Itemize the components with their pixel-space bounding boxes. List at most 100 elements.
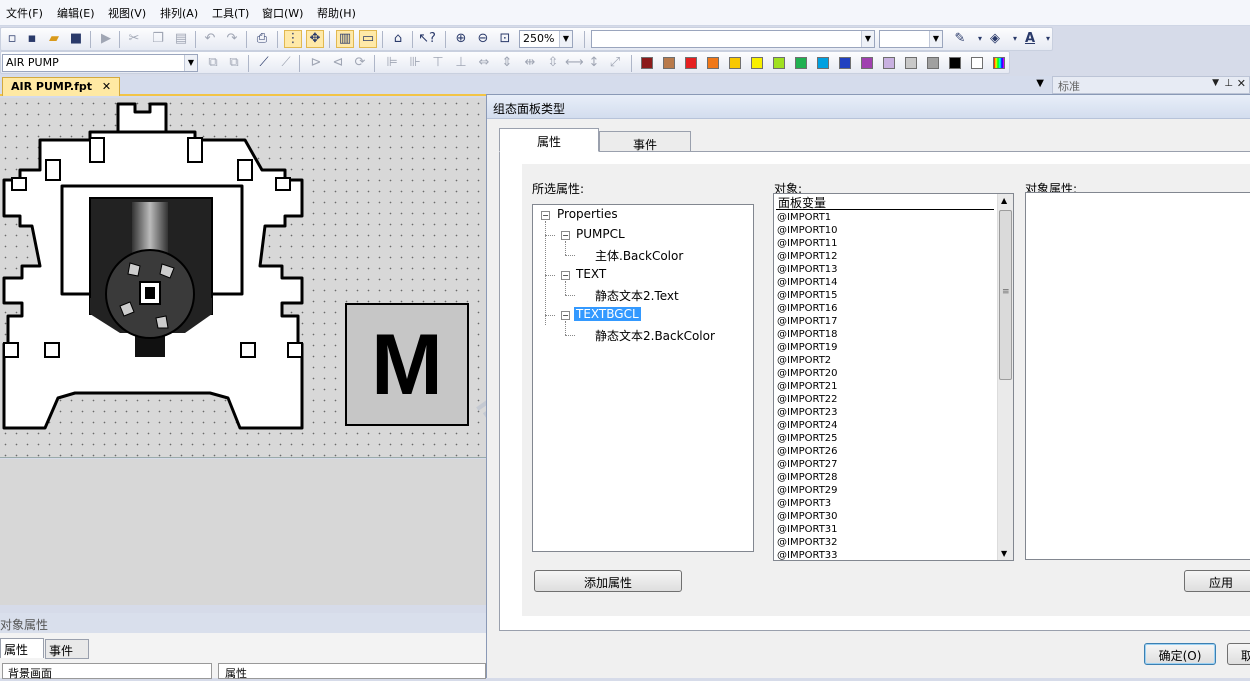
obj-tab-properties[interactable]: 属性 <box>0 638 44 658</box>
object-list-item[interactable]: @IMPORT2 <box>777 354 831 367</box>
chevron-down-icon[interactable]: ▼ <box>1212 78 1219 88</box>
color-swatch[interactable] <box>949 57 961 69</box>
object-list-item[interactable]: @IMPORT32 <box>777 536 838 549</box>
color-swatch[interactable] <box>883 57 895 69</box>
collapse-icon[interactable]: − <box>561 231 570 240</box>
object-list-item[interactable]: @IMPORT10 <box>777 224 838 237</box>
color-swatch[interactable] <box>641 57 653 69</box>
color-swatch[interactable] <box>707 57 719 69</box>
pin-icon[interactable]: ⊥ <box>1224 78 1233 89</box>
paste-icon[interactable]: ▤ <box>172 30 190 48</box>
object-list-item[interactable]: @IMPORT20 <box>777 367 838 380</box>
tree-item-text2-text[interactable]: 静态文本2.Text <box>593 287 681 304</box>
color-swatch[interactable] <box>773 57 785 69</box>
grid-icon[interactable]: ⋮ <box>284 30 302 48</box>
collapse-icon[interactable]: − <box>541 211 550 220</box>
object-list-item[interactable]: @IMPORT25 <box>777 432 838 445</box>
wand-alt-icon[interactable]: ⟋ <box>277 54 295 72</box>
align-bottom-icon[interactable]: ⊥ <box>452 54 470 72</box>
center-h-icon[interactable]: ⇔ <box>475 54 493 72</box>
new-page-icon[interactable]: ▪ <box>23 30 41 48</box>
menu-tools[interactable]: 工具(T) <box>210 5 251 21</box>
object-list-item[interactable]: @IMPORT31 <box>777 523 838 536</box>
object-list-item[interactable]: @IMPORT1 <box>777 211 831 224</box>
apply-button[interactable]: 应用 <box>1184 570 1250 592</box>
fill-color-icon[interactable]: ◈ <box>986 30 1004 48</box>
zoom-fit-icon[interactable]: ⊡ <box>496 30 514 48</box>
dialog-tab-events[interactable]: 事件 <box>599 131 691 152</box>
align-top-icon[interactable]: ⊤ <box>429 54 447 72</box>
collapse-icon[interactable]: − <box>561 271 570 280</box>
object-list-scrollbar[interactable]: ▲ ≡ ▼ <box>997 194 1013 560</box>
menu-file[interactable]: 文件(F) <box>4 5 45 21</box>
tree-item-body-backcolor[interactable]: 主体.BackColor <box>593 247 685 264</box>
color-swatch[interactable] <box>751 57 763 69</box>
object-list-item[interactable]: @IMPORT21 <box>777 380 838 393</box>
object-list-item[interactable]: @IMPORT27 <box>777 458 838 471</box>
send-back-icon[interactable]: ⧉ <box>225 54 243 72</box>
distribute-v-icon[interactable]: ⇳ <box>544 54 562 72</box>
color-swatch[interactable] <box>685 57 697 69</box>
object-list-item[interactable]: @IMPORT19 <box>777 341 838 354</box>
document-tab[interactable]: AIR PUMP.fpt ✕ <box>2 77 121 96</box>
ok-button[interactable]: 确定(O) <box>1144 643 1216 665</box>
help-pointer-icon[interactable]: ↖? <box>418 30 436 48</box>
zoom-out-icon[interactable]: ⊖ <box>474 30 492 48</box>
open-folder-icon[interactable]: ▰ <box>45 30 63 48</box>
object-list-item[interactable]: @IMPORT22 <box>777 393 838 406</box>
chevron-down-icon[interactable]: ▼ <box>1036 78 1044 89</box>
color-swatch[interactable] <box>729 57 741 69</box>
selected-properties-tree[interactable]: − Properties − PUMPCL 主体.BackColor − TEX… <box>532 204 754 552</box>
object-list-item[interactable]: @IMPORT17 <box>777 315 838 328</box>
scroll-up-icon[interactable]: ▲ <box>1001 196 1007 205</box>
object-tree-root[interactable]: 背景画面 <box>2 663 212 680</box>
menu-help[interactable]: 帮助(H) <box>315 5 358 21</box>
color-swatch[interactable] <box>795 57 807 69</box>
layout-icon[interactable]: ▥ <box>336 30 354 48</box>
scroll-thumb[interactable]: ≡ <box>999 210 1012 380</box>
tree-group-pumpcl[interactable]: PUMPCL <box>574 227 627 241</box>
object-list-item[interactable]: @IMPORT13 <box>777 263 838 276</box>
color-swatch[interactable] <box>663 57 675 69</box>
magic-wand-icon[interactable]: ⟋ <box>255 54 273 72</box>
chevron-down-icon[interactable]: ▾ <box>1039 30 1057 48</box>
font-name-combo[interactable]: ▼ <box>591 30 875 48</box>
scroll-down-icon[interactable]: ▼ <box>1001 549 1007 558</box>
collapse-icon[interactable]: − <box>561 311 570 320</box>
object-list-item[interactable]: @IMPORT29 <box>777 484 838 497</box>
distribute-h-icon[interactable]: ⇹ <box>521 54 539 72</box>
layers-icon[interactable]: ▭ <box>359 30 377 48</box>
object-combo[interactable]: AIR PUMP ▼ <box>2 54 198 72</box>
zoom-in-icon[interactable]: ⊕ <box>452 30 470 48</box>
close-icon[interactable]: ✕ <box>1237 77 1246 90</box>
color-swatch[interactable] <box>905 57 917 69</box>
color-swatch[interactable] <box>861 57 873 69</box>
same-width-icon[interactable]: ⟷ <box>565 54 584 72</box>
close-icon[interactable]: ✕ <box>102 80 111 93</box>
print-icon[interactable]: ⎙ <box>253 30 271 48</box>
same-height-icon[interactable]: ↕ <box>585 54 603 72</box>
menu-view[interactable]: 视图(V) <box>106 5 148 21</box>
cut-icon[interactable]: ✂ <box>125 30 143 48</box>
line-color-icon[interactable]: ✎ <box>951 30 969 48</box>
zoom-combo[interactable]: 250% ▼ <box>519 30 573 48</box>
obj-tab-events[interactable]: 事件 <box>45 639 89 659</box>
object-list-item[interactable]: @IMPORT30 <box>777 510 838 523</box>
font-size-combo[interactable]: ▼ <box>879 30 943 48</box>
rotate-icon[interactable]: ⟳ <box>351 54 369 72</box>
object-list-header[interactable]: 面板变量 <box>776 194 994 210</box>
bring-front-icon[interactable]: ⧉ <box>204 54 222 72</box>
align-left-icon[interactable]: ⊫ <box>383 54 401 72</box>
redo-icon[interactable]: ↷ <box>223 30 241 48</box>
cancel-button[interactable]: 取 <box>1227 643 1250 665</box>
menu-arrange[interactable]: 排列(A) <box>158 5 200 21</box>
object-list[interactable]: 面板变量 @IMPORT1 @IMPORT10 @IMPORT11 @IMPORT12… <box>773 193 1014 561</box>
center-v-icon[interactable]: ⇕ <box>498 54 516 72</box>
object-list-item[interactable]: @IMPORT11 <box>777 237 838 250</box>
color-swatch[interactable] <box>993 57 1005 69</box>
object-list-item[interactable]: @IMPORT15 <box>777 289 838 302</box>
run-icon[interactable]: ▶ <box>97 30 115 48</box>
same-size-icon[interactable]: ⤢ <box>606 54 624 72</box>
color-swatch[interactable] <box>971 57 983 69</box>
menu-window[interactable]: 窗口(W) <box>260 5 305 21</box>
